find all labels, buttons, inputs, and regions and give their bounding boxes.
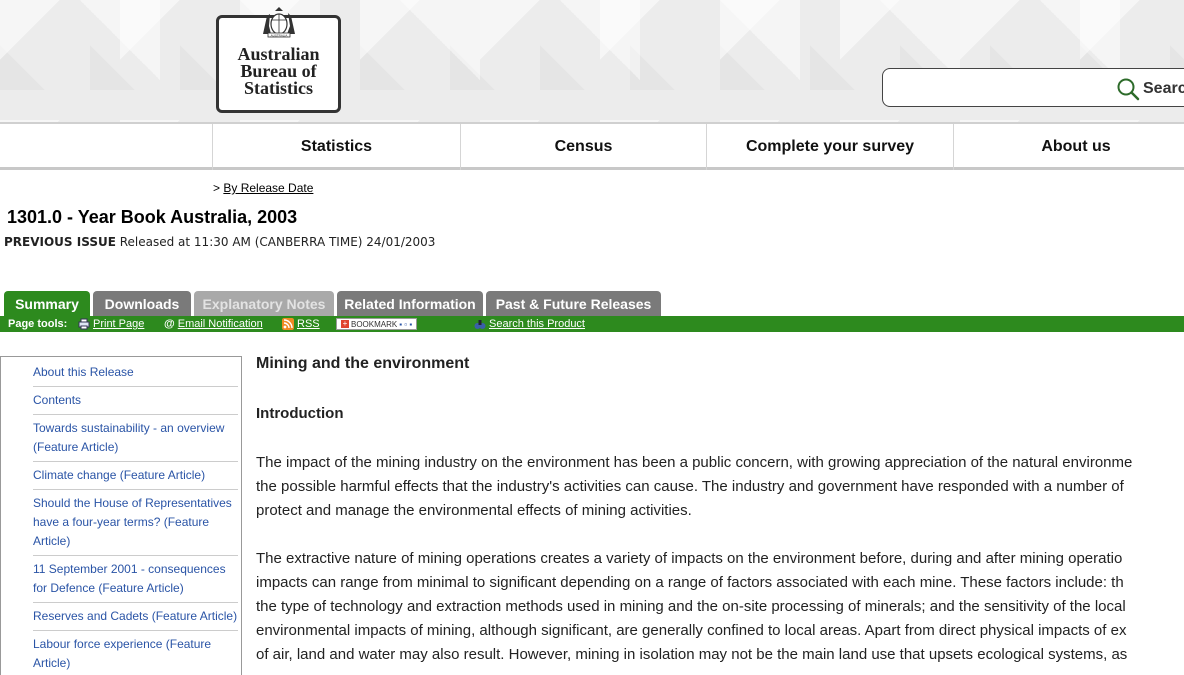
site-header: AUSTRALIA Australian Bureau of Statistic… [0,0,1184,122]
logo-wordmark: Australian Bureau of Statistics [219,45,338,98]
tab-downloads[interactable]: Downloads [93,291,191,316]
paragraph-line: impacts can range from minimal to signif… [256,574,1124,591]
previous-issue-label: PREVIOUS ISSUE [4,235,116,249]
sidebar-item-labour-force[interactable]: Labour force experience (Feature Article… [33,635,238,675]
binoculars-icon [474,320,486,329]
sidebar: About this Release Contents Towards sust… [0,356,242,675]
rss-link[interactable]: RSS [282,316,320,332]
social-icons: ▪ ▫ ▪ [399,319,413,329]
bookmark-badge: + BOOKMARK ▪ ▫ ▪ [336,318,418,330]
nav-statistics[interactable]: Statistics [212,124,460,170]
search-product-label: Search this Product [489,318,585,330]
print-page-link[interactable]: Print Page [78,316,144,332]
nav-about-us[interactable]: About us [953,124,1184,170]
sidebar-item-climate-change[interactable]: Climate change (Feature Article) [33,466,238,490]
paragraph-line: protect and manage the environmental eff… [256,502,692,519]
printer-icon [78,318,90,330]
paragraph: The impact of the mining industry on the… [256,451,1132,523]
sidebar-item-september-2001[interactable]: 11 September 2001 - consequences for Def… [33,560,238,603]
nav-census[interactable]: Census [460,124,706,170]
breadcrumb-separator: > [213,181,221,195]
tab-related-information[interactable]: Related Information [337,291,483,316]
email-notification-label: Email Notification [177,318,263,330]
bookmark-label: BOOKMARK [351,319,398,329]
paragraph-line: the possible harmful effects that the in… [256,478,1124,495]
rss-label: RSS [297,318,320,330]
release-info: PREVIOUS ISSUE Released at 11:30 AM (CAN… [4,235,435,249]
paragraph: The extractive nature of mining operatio… [256,547,1127,667]
tab-explanatory-notes: Explanatory Notes [194,291,334,316]
paragraph-line: The impact of the mining industry on the… [256,454,1133,471]
sidebar-item-label: About this Release [33,365,134,379]
bookmark-plus-icon: + [341,319,349,328]
sidebar-item-label: Labour force experience (Feature [33,637,212,651]
sidebar-item-towards-sustainability[interactable]: Towards sustainability - an overview (Fe… [33,419,238,462]
sidebar-item-label: Should the House of Representatives [33,496,232,510]
sidebar-item-label: Climate change (Feature Article) [33,468,206,482]
sidebar-item-contents[interactable]: Contents [33,391,238,415]
search-button[interactable]: Search [1116,76,1184,102]
released-text: Released at 11:30 AM (CANBERRA TIME) 24/… [119,235,436,249]
coat-of-arms-icon: AUSTRALIA [263,7,295,38]
nav-complete-your-survey[interactable]: Complete your survey [706,124,953,170]
breadcrumb-link-by-release-date[interactable]: By Release Date [223,181,313,195]
sidebar-item-label: for Defence (Feature Article) [33,581,184,595]
sidebar-item-label: Article) [33,534,71,548]
sidebar-item-label: Reserves and Cadets (Feature Article) [33,609,238,623]
sidebar-item-about-release[interactable]: About this Release [33,363,238,387]
sidebar-item-label: (Feature Article) [33,440,119,454]
page-title: 1301.0 - Year Book Australia, 2003 [7,207,298,227]
search-button-label: Search [1143,80,1184,97]
tab-past-future-releases[interactable]: Past & Future Releases [486,291,661,316]
page-tools-bar: Page tools: Print Page @ Email Notificat… [0,316,1184,332]
paragraph-line: The extractive nature of mining operatio… [256,550,1123,567]
sidebar-item-label: Contents [33,393,82,407]
logo-line: Statistics [244,78,313,98]
paragraph-line: environmental impacts of mining, althoug… [256,622,1127,639]
tab-summary[interactable]: Summary [4,291,90,316]
section-heading: Introduction [256,405,344,422]
sidebar-item-label: Article) [33,656,71,670]
bookmark-button[interactable]: + BOOKMARK ▪ ▫ ▪ [336,316,418,332]
sidebar-item-four-year-terms[interactable]: Should the House of Representatives have… [33,494,238,556]
article-heading: Mining and the environment [256,355,470,372]
search-product-link[interactable]: Search this Product [474,316,585,332]
print-page-label: Print Page [93,318,145,330]
sidebar-item-label: have a four-year terms? (Feature [33,515,210,529]
page-tools-label: Page tools: [8,318,68,330]
crest-text: AUSTRALIA [271,34,288,38]
email-notification-link[interactable]: @ Email Notification [164,316,263,332]
sidebar-item-label: 11 September 2001 - consequences [33,562,226,576]
paragraph-line: of air, land and water may also result. … [256,646,1128,663]
rss-icon [282,318,294,330]
at-sign-icon: @ [164,318,175,330]
abs-logo[interactable]: AUSTRALIA Australian Bureau of Statistic… [216,7,341,113]
sidebar-item-reserves-cadets[interactable]: Reserves and Cadets (Feature Article) [33,607,238,631]
search-icon [1117,78,1140,101]
main-navigation: Statistics Census Complete your survey A… [0,122,1184,170]
breadcrumb: > By Release Date [213,181,313,195]
sidebar-item-label: Towards sustainability - an overview [33,421,225,435]
paragraph-line: the type of technology and extraction me… [256,598,1126,615]
